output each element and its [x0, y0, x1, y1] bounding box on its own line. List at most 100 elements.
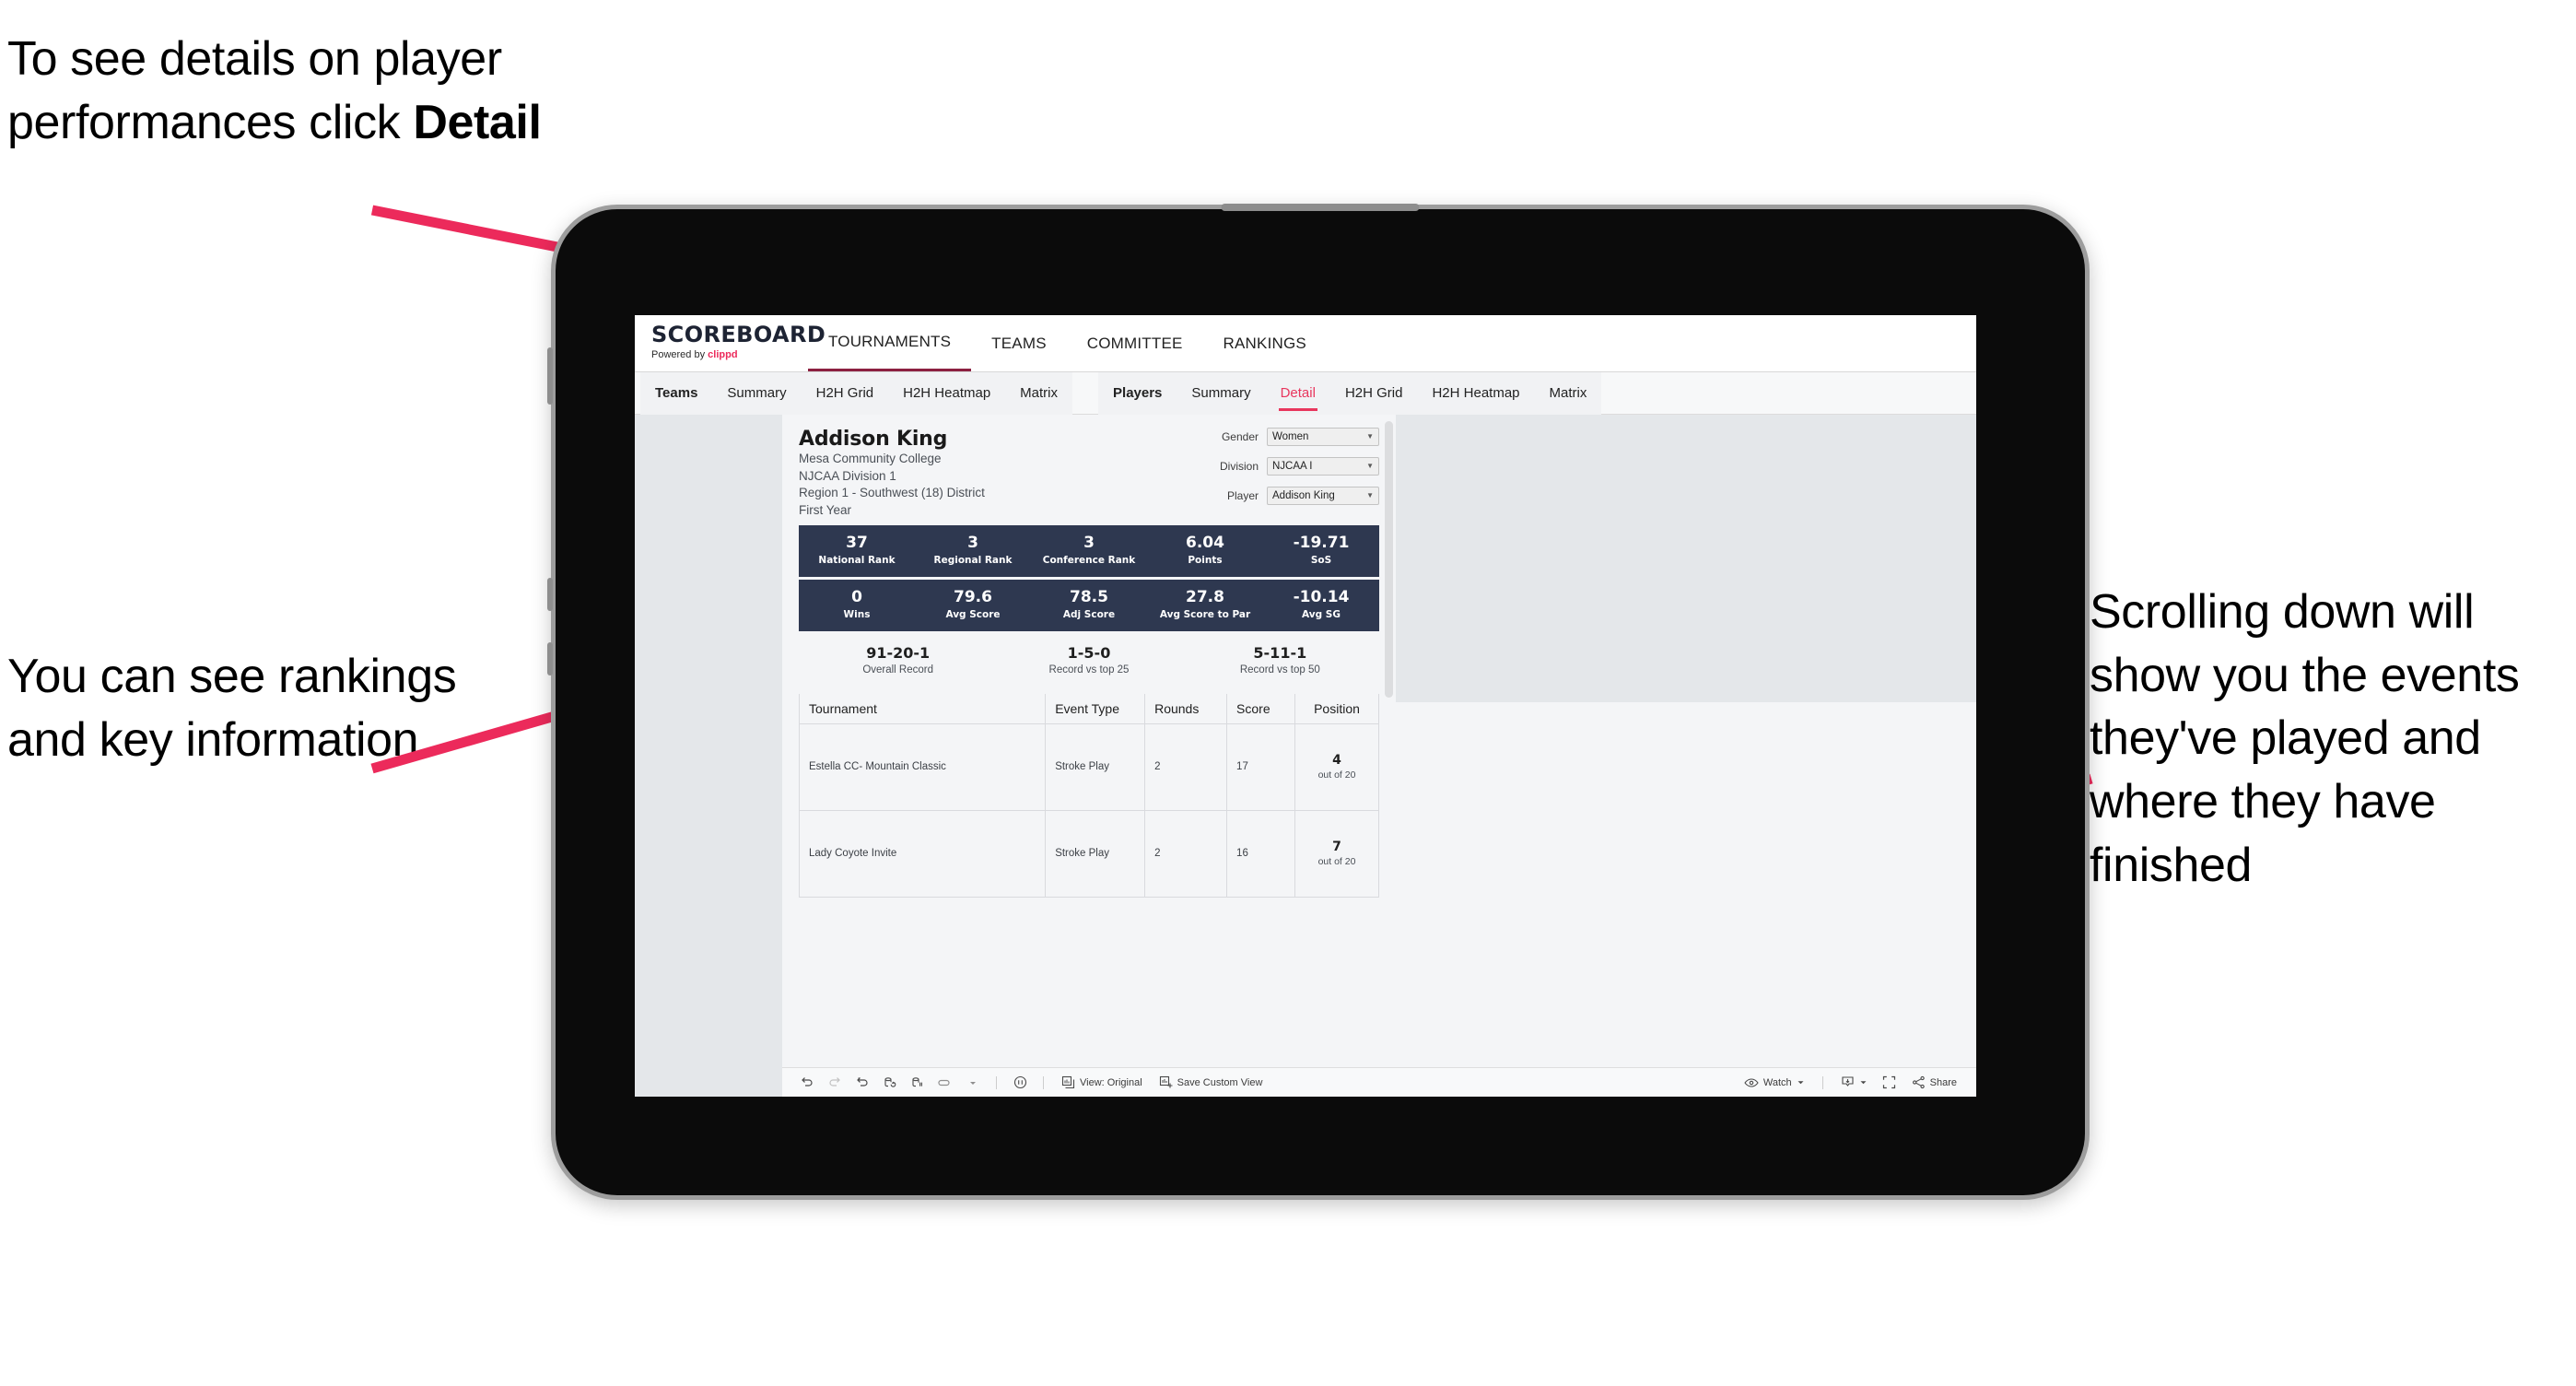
- events-table: Tournament Event Type Rounds Score Posit…: [798, 693, 1379, 898]
- sub-tab-players-h2h-grid[interactable]: H2H Grid: [1330, 372, 1418, 415]
- sub-tab-teams-h2h-grid[interactable]: H2H Grid: [802, 372, 889, 415]
- filter-select-division[interactable]: NJCAA I ▼: [1267, 457, 1379, 476]
- revert-icon[interactable]: [849, 1069, 876, 1097]
- stat-sos: -19.71 SoS: [1263, 534, 1379, 567]
- cell-position-field-size: out of 20: [1317, 769, 1356, 781]
- tablet-device-frame: SCOREBOARD Powered by clippd TOURNAMENTS…: [547, 204, 2090, 1200]
- column-header-tournament[interactable]: Tournament: [798, 693, 1047, 724]
- download-button[interactable]: [1832, 1075, 1876, 1089]
- sub-navigation-bar: Teams Summary H2H Grid H2H Heatmap Matri…: [635, 371, 1976, 415]
- stat-value-regional-rank: 3: [967, 533, 978, 552]
- fullscreen-icon[interactable]: [1876, 1069, 1903, 1097]
- brand-logo[interactable]: SCOREBOARD Powered by clippd: [635, 315, 826, 371]
- column-header-position[interactable]: Position: [1294, 693, 1379, 724]
- cell-tournament: Lady Coyote Invite: [798, 809, 1047, 898]
- column-header-event-type[interactable]: Event Type: [1045, 693, 1146, 724]
- pause-data-source-icon[interactable]: [904, 1069, 931, 1097]
- chevron-down-icon: ▼: [1366, 491, 1374, 499]
- filter-row-division: Division NJCAA I ▼: [1220, 457, 1379, 476]
- filter-value-gender: Women: [1272, 431, 1309, 442]
- stat-label-avg-sg: Avg SG: [1302, 609, 1341, 621]
- sub-tab-players-h2h-heatmap[interactable]: H2H Heatmap: [1417, 372, 1534, 415]
- save-view-icon: [1159, 1075, 1173, 1089]
- stats-band-scoring: 0 Wins 79.6 Avg Score 78.5 Adj Score 27.…: [799, 579, 1379, 631]
- cell-position-value: 7: [1332, 840, 1341, 854]
- top-nav-item-tournaments[interactable]: TOURNAMENTS: [808, 315, 972, 371]
- column-header-rounds[interactable]: Rounds: [1144, 693, 1228, 724]
- save-custom-view-label: Save Custom View: [1177, 1076, 1263, 1088]
- app-top-bar: SCOREBOARD Powered by clippd TOURNAMENTS…: [635, 315, 1976, 372]
- cell-score: 16: [1226, 809, 1295, 898]
- filter-select-gender[interactable]: Women ▼: [1267, 428, 1379, 446]
- view-stack-icon: [1061, 1075, 1075, 1089]
- annotation-top-left: To see details on player performances cl…: [7, 28, 615, 154]
- tablet-screen: SCOREBOARD Powered by clippd TOURNAMENTS…: [635, 315, 1976, 1097]
- share-icon: [1912, 1075, 1926, 1089]
- events-table-body: Estella CC- Mountain Classic Stroke Play…: [798, 722, 1379, 898]
- stat-value-national-rank: 37: [846, 533, 868, 552]
- player-detail-card: Gender Women ▼ Division NJCAA I ▼ Player…: [782, 415, 1396, 1067]
- download-icon: [1841, 1075, 1855, 1089]
- top-nav-item-committee[interactable]: COMMITTEE: [1067, 315, 1203, 371]
- brand-clippd-name: clippd: [708, 349, 738, 360]
- watch-button[interactable]: Watch: [1736, 1077, 1813, 1088]
- table-row[interactable]: Lady Coyote Invite Stroke Play 2 16 7 ou…: [798, 809, 1379, 898]
- record-overall: 91-20-1 Overall Record: [802, 644, 993, 675]
- table-row[interactable]: Estella CC- Mountain Classic Stroke Play…: [798, 722, 1379, 811]
- cell-position-field-size: out of 20: [1317, 856, 1356, 867]
- vertical-scrollbar[interactable]: [1385, 421, 1393, 698]
- record-label-vs-top-25: Record vs top 25: [1048, 664, 1130, 675]
- sub-tab-teams-h2h-heatmap[interactable]: H2H Heatmap: [888, 372, 1005, 415]
- stat-conference-rank: 3 Conference Rank: [1031, 533, 1147, 567]
- sub-tab-players-matrix[interactable]: Matrix: [1535, 372, 1602, 415]
- filter-row-player: Player Addison King ▼: [1220, 487, 1379, 505]
- top-nav-item-rankings[interactable]: RANKINGS: [1203, 315, 1327, 371]
- view-original-button[interactable]: View: Original: [1053, 1075, 1151, 1089]
- slide-canvas: To see details on player performances cl…: [0, 0, 2576, 1386]
- dashboard-workspace: Gender Women ▼ Division NJCAA I ▼ Player…: [635, 415, 1976, 1097]
- brand-powered-by-text: Powered by: [651, 349, 708, 360]
- toolbar-divider: [1043, 1075, 1044, 1089]
- watch-label: Watch: [1762, 1076, 1792, 1088]
- annotation-top-left-bold: Detail: [413, 95, 542, 149]
- cell-rounds: 2: [1144, 722, 1228, 811]
- pause-clock-icon[interactable]: [1006, 1069, 1034, 1097]
- stat-label-wins: Wins: [843, 609, 871, 621]
- brand-title: SCOREBOARD: [651, 322, 826, 347]
- viz-bottom-toolbar: View: Original Save Custom View Watch Sh…: [782, 1067, 1976, 1097]
- filter-select-player[interactable]: Addison King ▼: [1267, 487, 1379, 505]
- chevron-down-icon[interactable]: [959, 1069, 987, 1097]
- pause-auto-update-icon[interactable]: [931, 1069, 959, 1097]
- sub-tab-teams-summary[interactable]: Summary: [712, 372, 801, 415]
- column-header-score[interactable]: Score: [1226, 693, 1295, 724]
- share-button[interactable]: Share: [1903, 1075, 1965, 1089]
- redo-icon[interactable]: [821, 1069, 849, 1097]
- sub-tab-players[interactable]: Players: [1098, 372, 1177, 415]
- annotation-bottom-left: You can see rankings and key information: [7, 650, 457, 767]
- stat-regional-rank: 3 Regional Rank: [915, 533, 1031, 567]
- record-label-vs-top-50: Record vs top 50: [1239, 664, 1320, 675]
- stat-value-wins: 0: [851, 587, 862, 606]
- save-custom-view-button[interactable]: Save Custom View: [1151, 1075, 1271, 1089]
- refresh-data-source-icon[interactable]: [876, 1069, 904, 1097]
- stat-label-avg-score-to-par: Avg Score to Par: [1159, 609, 1251, 621]
- filter-row-gender: Gender Women ▼: [1220, 428, 1379, 446]
- stat-value-conference-rank: 3: [1083, 533, 1095, 552]
- record-vs-top-25: 1-5-0 Record vs top 25: [993, 644, 1184, 675]
- record-value-vs-top-50: 5-11-1: [1253, 643, 1307, 662]
- top-navigation: TOURNAMENTS TEAMS COMMITTEE RANKINGS: [808, 315, 1327, 371]
- sub-tab-teams[interactable]: Teams: [640, 372, 712, 415]
- sub-tab-players-detail[interactable]: Detail: [1266, 372, 1330, 415]
- records-row: 91-20-1 Overall Record 1-5-0 Record vs t…: [799, 644, 1379, 675]
- undo-icon[interactable]: [793, 1069, 821, 1097]
- sub-tab-teams-matrix[interactable]: Matrix: [1005, 372, 1072, 415]
- record-value-overall: 91-20-1: [866, 643, 931, 662]
- top-nav-item-teams[interactable]: TEAMS: [971, 315, 1067, 371]
- stat-avg-sg: -10.14 Avg SG: [1263, 589, 1379, 621]
- sub-tab-players-summary[interactable]: Summary: [1177, 372, 1265, 415]
- filter-value-player: Addison King: [1272, 490, 1335, 501]
- stat-label-national-rank: National Rank: [818, 555, 896, 567]
- stat-label-avg-score: Avg Score: [945, 609, 1001, 621]
- workspace-right-panel: [1396, 702, 1976, 1067]
- table-header-row: Tournament Event Type Rounds Score Posit…: [798, 693, 1379, 724]
